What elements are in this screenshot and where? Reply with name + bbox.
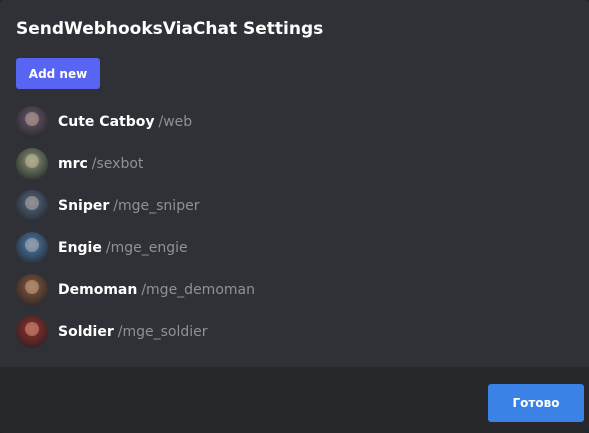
mrc-avatar	[16, 148, 48, 180]
webhook-item[interactable]: Soldier/mge_soldier	[16, 311, 255, 353]
webhook-name: Cute Catboy	[58, 114, 155, 130]
webhook-command: /web	[158, 114, 193, 130]
webhook-name: Soldier	[58, 324, 114, 340]
soldier-avatar	[16, 316, 48, 348]
webhook-command: /mge_demoman	[141, 282, 255, 298]
webhook-item[interactable]: Sniper/mge_sniper	[16, 185, 255, 227]
modal-title: SendWebhooksViaChat Settings	[16, 19, 324, 39]
webhook-command: /mge_sniper	[113, 198, 200, 214]
webhook-list: Cute Catboy/web mrc/sexbot Sniper/mge_snip…	[16, 101, 255, 353]
demoman-avatar	[16, 274, 48, 306]
sniper-avatar	[16, 190, 48, 222]
done-button[interactable]: Готово	[488, 384, 584, 422]
webhook-item[interactable]: mrc/sexbot	[16, 143, 255, 185]
add-new-button[interactable]: Add new	[16, 58, 100, 89]
webhook-name: mrc	[58, 156, 88, 172]
webhook-item[interactable]: Cute Catboy/web	[16, 101, 255, 143]
webhook-name: Engie	[58, 240, 102, 256]
engie-avatar	[16, 232, 48, 264]
webhook-item[interactable]: Engie/mge_engie	[16, 227, 255, 269]
webhook-name: Sniper	[58, 198, 110, 214]
webhook-item[interactable]: Demoman/mge_demoman	[16, 269, 255, 311]
modal-footer: Готово	[0, 367, 589, 433]
catboy-avatar	[16, 106, 48, 138]
webhook-name: Demoman	[58, 282, 138, 298]
webhook-command: /sexbot	[91, 156, 144, 172]
settings-modal: SendWebhooksViaChat Settings Add new Cut…	[0, 0, 589, 433]
webhook-command: /mge_soldier	[117, 324, 208, 340]
webhook-command: /mge_engie	[105, 240, 188, 256]
